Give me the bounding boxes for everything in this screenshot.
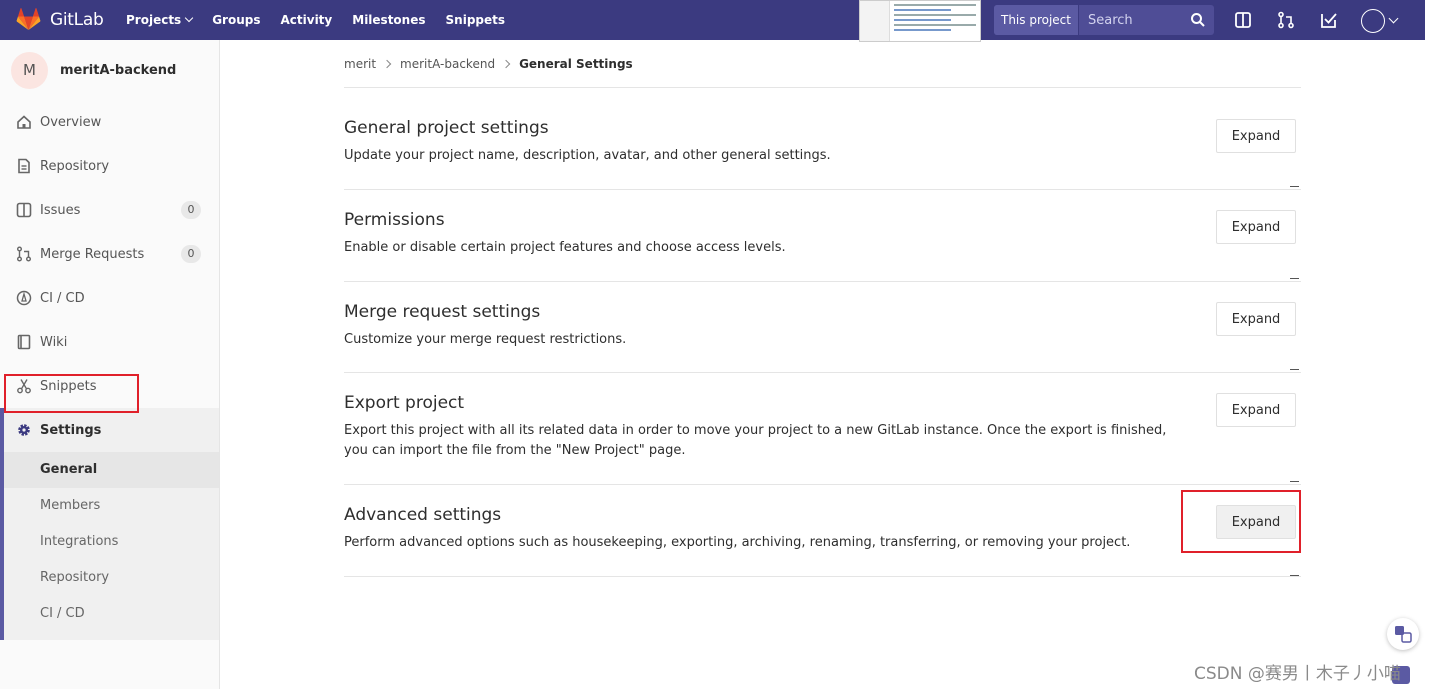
section-description: Perform advanced options such as houseke… — [344, 535, 1131, 550]
merge-request-icon[interactable] — [1277, 11, 1295, 29]
merge-requests-count-badge: 0 — [181, 245, 201, 263]
issues-icon — [16, 202, 32, 218]
sidebar-item-repository[interactable]: Repository — [0, 144, 219, 188]
user-avatar[interactable] — [1361, 9, 1385, 33]
expand-advanced-button[interactable]: Expand — [1216, 505, 1296, 539]
sidebar-item-overview[interactable]: Overview — [0, 100, 219, 144]
merge-icon — [17, 246, 31, 262]
watermark-text: CSDN @赛男丨木子丿小喵 — [1194, 664, 1401, 684]
section-advanced-settings: Advanced settings Perform advanced optio… — [344, 485, 1301, 577]
section-title: General project settings — [344, 118, 549, 138]
gitlab-home-link[interactable]: GitLab — [16, 8, 126, 32]
gitlab-logo-icon — [16, 8, 41, 30]
nav-projects[interactable]: Projects — [126, 13, 194, 27]
chevron-right-icon — [382, 59, 392, 68]
project-sidebar: M meritA-backend Overview Repository Iss… — [0, 40, 220, 689]
main-content: merit meritA-backend General Settings Ge… — [344, 40, 1301, 577]
collapse-dash — [1290, 186, 1299, 187]
section-description: Update your project name, description, a… — [344, 148, 831, 163]
collapse-dash — [1290, 481, 1299, 482]
doc-icon — [18, 158, 30, 174]
expand-general-button[interactable]: Expand — [1216, 119, 1296, 153]
sidebar-item-merge-requests[interactable]: Merge Requests 0 — [0, 232, 219, 276]
nav-milestones[interactable]: Milestones — [352, 13, 425, 27]
sidebar-item-issues[interactable]: Issues 0 — [0, 188, 219, 232]
breadcrumb: merit meritA-backend General Settings — [344, 40, 1301, 88]
nav-groups[interactable]: Groups — [212, 13, 260, 27]
expand-merge-request-button[interactable]: Expand — [1216, 302, 1296, 336]
sidebar-item-wiki[interactable]: Wiki — [0, 320, 219, 364]
book-icon — [17, 334, 31, 350]
project-avatar: M — [11, 51, 48, 89]
collapse-dash — [1290, 369, 1299, 370]
collapse-dash — [1290, 575, 1299, 576]
section-description: Customize your merge request restriction… — [344, 332, 627, 347]
chevron-right-icon — [501, 59, 511, 68]
collapse-dash — [1290, 278, 1299, 279]
issues-icon[interactable] — [1234, 11, 1252, 29]
translate-button[interactable] — [1387, 618, 1419, 650]
sidebar-subitem-general[interactable]: General — [4, 452, 219, 488]
sidebar-subitem-integrations[interactable]: Integrations — [4, 524, 219, 560]
sidebar-subitem-repository[interactable]: Repository — [4, 560, 219, 596]
sidebar-item-ci-cd[interactable]: CI / CD — [0, 276, 219, 320]
home-icon — [17, 115, 31, 129]
nav-activity[interactable]: Activity — [281, 13, 333, 27]
settings-group: Settings General Members Integrations Re… — [0, 408, 219, 640]
issues-count-badge: 0 — [181, 201, 201, 219]
rocket-icon — [16, 290, 32, 306]
search-scope-label[interactable]: This project — [994, 5, 1079, 35]
breadcrumb-current: General Settings — [519, 56, 633, 71]
nav-snippets[interactable]: Snippets — [446, 13, 506, 27]
section-export-project: Export project Export this project with … — [344, 373, 1301, 485]
search-box: This project — [994, 5, 1214, 35]
scrollbar-track[interactable] — [1425, 0, 1440, 689]
sidebar-subitem-members[interactable]: Members — [4, 488, 219, 524]
section-description: Enable or disable certain project featur… — [344, 240, 786, 255]
breadcrumb-project-link[interactable]: meritA-backend — [400, 57, 495, 71]
todo-check-icon[interactable] — [1320, 11, 1338, 29]
search-icon — [1191, 13, 1205, 27]
section-general-project-settings: General project settings Update your pro… — [344, 88, 1301, 190]
sidebar-subitem-ci-cd[interactable]: CI / CD — [4, 596, 219, 632]
scissors-icon — [17, 379, 31, 394]
sidebar-item-settings[interactable]: Settings — [4, 408, 219, 452]
section-description: Export this project with all its related… — [344, 423, 1167, 458]
sidebar-item-snippets[interactable]: Snippets — [0, 364, 219, 408]
section-permissions: Permissions Enable or disable certain pr… — [344, 190, 1301, 282]
section-title: Export project — [344, 393, 465, 413]
gear-icon — [18, 424, 30, 436]
expand-export-button[interactable]: Expand — [1216, 393, 1296, 427]
section-merge-request-settings: Merge request settings Customize your me… — [344, 282, 1301, 373]
section-title: Merge request settings — [344, 302, 541, 322]
breadcrumb-group-link[interactable]: merit — [344, 57, 376, 71]
section-title: Advanced settings — [344, 505, 502, 525]
search-input[interactable] — [1078, 12, 1190, 28]
project-header[interactable]: M meritA-backend — [0, 40, 219, 100]
chevron-down-icon — [184, 13, 194, 23]
expand-permissions-button[interactable]: Expand — [1216, 210, 1296, 244]
project-name: meritA-backend — [60, 62, 177, 78]
translate-icon — [1395, 626, 1412, 643]
brand-name: GitLab — [50, 10, 104, 30]
section-title: Permissions — [344, 210, 445, 230]
nav-links: Projects Groups Activity Milestones Snip… — [126, 13, 525, 27]
screenshot-thumbnail — [859, 0, 981, 42]
